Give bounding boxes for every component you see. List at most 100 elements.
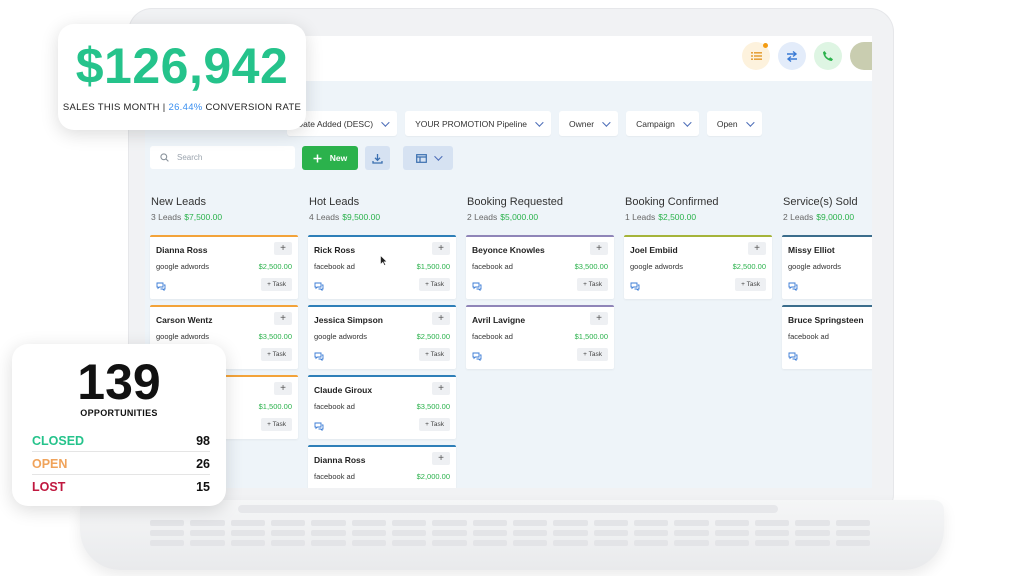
- add-button[interactable]: +: [590, 242, 608, 255]
- lead-card[interactable]: Dianna Ross + google adwords $2,500.00 + Tas…: [150, 235, 298, 299]
- add-button[interactable]: +: [274, 242, 292, 255]
- sales-label: SALES THIS MONTH |: [62, 102, 166, 113]
- lead-value: $2,500.00: [258, 262, 292, 271]
- add-button[interactable]: +: [432, 312, 450, 325]
- chat-icon[interactable]: [314, 352, 324, 361]
- chat-icon[interactable]: [156, 282, 166, 291]
- phone-icon[interactable]: [814, 42, 842, 70]
- chat-icon[interactable]: [314, 422, 324, 431]
- pipeline-column: Service(s) Sold 2 Leads $9,000.00 Missy Ell…: [782, 196, 872, 375]
- chevron-down-icon: [381, 117, 390, 127]
- opportunities-card: 139 OPPORTUNITIES CLOSED 98 OPEN 26 LOST…: [12, 344, 226, 506]
- lead-name: Avril Lavigne: [472, 315, 526, 325]
- download-button[interactable]: [365, 146, 390, 170]
- lead-value: $3,500.00: [574, 262, 608, 271]
- lead-value: $1,500.00: [574, 332, 608, 341]
- plus-icon: [313, 154, 322, 162]
- chat-icon[interactable]: [630, 282, 640, 291]
- lead-source: facebook ad: [314, 402, 355, 411]
- lead-card[interactable]: Joel Embiid + google adwords $2,500.00 + Tas…: [624, 235, 772, 299]
- add-task-button[interactable]: + Task: [261, 418, 292, 431]
- filter-status[interactable]: Open: [706, 111, 762, 136]
- column-summary: 4 Leads $9,500.00: [309, 212, 456, 222]
- lead-source: google adwords: [156, 262, 209, 271]
- lead-value: $3,500.00: [258, 332, 292, 341]
- add-button[interactable]: +: [274, 312, 292, 325]
- column-amount: $9,000.00: [816, 212, 855, 222]
- column-lead-count: 1 Leads: [625, 212, 656, 222]
- opportunity-row-lost: LOST 15: [32, 476, 210, 498]
- lead-name: Dianna Ross: [314, 455, 366, 465]
- add-button[interactable]: +: [432, 242, 450, 255]
- lead-card[interactable]: Claude Giroux + facebook ad $3,500.00 + Task: [308, 375, 456, 439]
- list-icon[interactable]: [742, 42, 770, 70]
- lead-card[interactable]: Beyonce Knowles + facebook ad $3,500.00 + Ta…: [466, 235, 614, 299]
- add-task-button[interactable]: + Task: [735, 278, 766, 291]
- column-title: Booking Requested: [467, 196, 564, 208]
- filter-pipeline[interactable]: YOUR PROMOTION Pipeline: [405, 111, 552, 136]
- trackpad: [238, 505, 778, 513]
- chat-icon[interactable]: [472, 282, 482, 291]
- lead-card[interactable]: Jessica Simpson + google adwords $2,500.00 +…: [308, 305, 456, 369]
- lead-card[interactable]: Rick Ross + facebook ad $1,500.00 + Task: [308, 235, 456, 299]
- add-task-button[interactable]: + Task: [261, 278, 292, 291]
- lead-card[interactable]: Bruce Springsteen+facebook ad+ Task: [782, 305, 872, 369]
- lead-card[interactable]: Avril Lavigne + facebook ad $1,500.00 + Task: [466, 305, 614, 369]
- lead-card[interactable]: Dianna Ross+facebook ad$2,000.00+ Task: [308, 445, 456, 488]
- chat-icon[interactable]: [472, 352, 482, 361]
- filter-label: Open: [716, 118, 738, 129]
- filter-label: YOUR PROMOTION Pipeline: [415, 118, 528, 129]
- chat-icon[interactable]: [788, 352, 798, 361]
- open-value: 26: [196, 456, 210, 471]
- lead-source: facebook ad: [472, 262, 513, 271]
- sales-summary-card: $126,942 SALES THIS MONTH | 26.44% CONVE…: [58, 24, 306, 130]
- add-button[interactable]: +: [590, 312, 608, 325]
- open-label: OPEN: [32, 456, 68, 471]
- lead-name: Missy Elliot: [788, 245, 835, 255]
- keyboard-row: [150, 520, 870, 526]
- add-task-button[interactable]: + Task: [419, 278, 450, 291]
- filter-owner[interactable]: Owner: [559, 111, 619, 136]
- add-task-button[interactable]: + Task: [577, 348, 608, 361]
- opportunity-row-open: OPEN 26: [32, 453, 210, 475]
- lead-value: $1,500.00: [416, 262, 450, 271]
- column-title: New Leads: [151, 196, 207, 208]
- new-button[interactable]: New: [302, 146, 358, 170]
- column-summary: 3 Leads $7,500.00: [151, 212, 298, 222]
- column-cards: Beyonce Knowles + facebook ad $3,500.00 + Ta…: [466, 235, 614, 369]
- add-task-button[interactable]: + Task: [577, 278, 608, 291]
- lead-value: $2,500.00: [732, 262, 766, 271]
- avatar[interactable]: [850, 42, 872, 70]
- lead-name: Jessica Simpson: [314, 315, 383, 325]
- lead-source: google adwords: [630, 262, 683, 271]
- lead-card[interactable]: Missy Elliot+google adwords+ Task: [782, 235, 872, 299]
- columns-icon: [416, 153, 427, 163]
- add-button[interactable]: +: [432, 452, 450, 465]
- chat-icon[interactable]: [314, 282, 324, 291]
- add-button[interactable]: +: [432, 382, 450, 395]
- chevron-down-icon: [535, 117, 544, 127]
- column-lead-count: 3 Leads: [151, 212, 182, 222]
- add-task-button[interactable]: + Task: [261, 348, 292, 361]
- filter-label: Owner: [569, 118, 595, 129]
- lead-source: facebook ad: [472, 332, 513, 341]
- stage: Date Added (DESC) YOUR PROMOTION Pipelin…: [0, 0, 1024, 576]
- column-title: Hot Leads: [309, 196, 360, 208]
- chat-icon[interactable]: [788, 282, 798, 291]
- column-title: Service(s) Sold: [783, 196, 858, 208]
- swap-icon[interactable]: [778, 42, 806, 70]
- lead-source: google adwords: [156, 332, 209, 341]
- view-toggle-button[interactable]: [403, 146, 453, 170]
- add-button[interactable]: +: [274, 382, 292, 395]
- search-placeholder: Search: [177, 153, 203, 162]
- add-task-button[interactable]: + Task: [419, 418, 450, 431]
- column-summary: 2 Leads $9,000.00: [783, 212, 872, 222]
- search-icon: [160, 153, 169, 162]
- filter-campaign[interactable]: Campaign: [626, 111, 699, 136]
- add-button[interactable]: +: [748, 242, 766, 255]
- closed-value: 98: [196, 433, 210, 448]
- column-lead-count: 4 Leads: [309, 212, 340, 222]
- search-input[interactable]: Search: [150, 146, 295, 169]
- column-amount: $9,500.00: [342, 212, 381, 222]
- add-task-button[interactable]: + Task: [419, 348, 450, 361]
